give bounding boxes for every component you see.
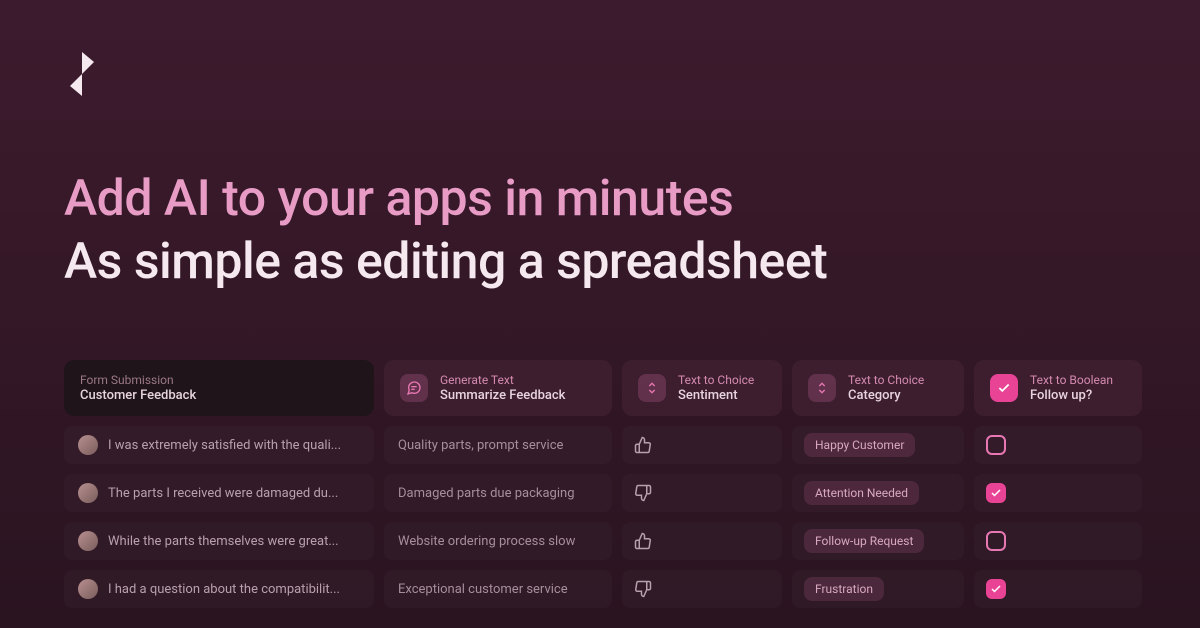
category-pill: Happy Customer bbox=[804, 433, 915, 457]
avatar bbox=[78, 579, 98, 599]
column-header-sentiment[interactable]: Text to Choice Sentiment bbox=[622, 360, 782, 416]
header-label: Form Submission bbox=[80, 373, 196, 387]
table-row[interactable] bbox=[974, 570, 1142, 608]
column-header-feedback[interactable]: Form Submission Customer Feedback bbox=[64, 360, 374, 416]
feedback-text: I was extremely satisfied with the quali… bbox=[108, 438, 341, 453]
header-label: Text to Choice bbox=[678, 373, 754, 387]
table-row[interactable]: I had a question about the compatibilit.… bbox=[64, 570, 374, 608]
feedback-text: While the parts themselves were great... bbox=[108, 534, 339, 549]
table-row[interactable]: Happy Customer bbox=[792, 426, 964, 464]
column-feedback: Form Submission Customer Feedback I was … bbox=[64, 360, 374, 608]
summary-text: Quality parts, prompt service bbox=[398, 438, 563, 453]
feedback-text: I had a question about the compatibilit.… bbox=[108, 582, 340, 597]
avatar bbox=[78, 483, 98, 503]
sort-icon bbox=[638, 374, 666, 402]
feedback-text: The parts I received were damaged du... bbox=[108, 486, 338, 501]
header-title: Summarize Feedback bbox=[440, 388, 565, 403]
table-row[interactable]: I was extremely satisfied with the quali… bbox=[64, 426, 374, 464]
headline-line2: As simple as editing a spreadsheet bbox=[64, 233, 827, 291]
table-row[interactable]: The parts I received were damaged du... bbox=[64, 474, 374, 512]
table-row[interactable]: Follow-up Request bbox=[792, 522, 964, 560]
brand-logo bbox=[64, 52, 100, 100]
summary-text: Damaged parts due packaging bbox=[398, 486, 575, 501]
thumbs-down-icon bbox=[634, 580, 652, 598]
category-pill: Attention Needed bbox=[804, 481, 919, 505]
column-category: Text to Choice Category Happy Customer A… bbox=[792, 360, 964, 608]
table-row[interactable]: Attention Needed bbox=[792, 474, 964, 512]
header-title: Follow up? bbox=[1030, 388, 1113, 403]
headline-line1: Add AI to your apps in minutes bbox=[64, 170, 733, 228]
thumbs-down-icon bbox=[634, 484, 652, 502]
column-followup: Text to Boolean Follow up? bbox=[974, 360, 1142, 608]
sort-icon bbox=[808, 374, 836, 402]
table-row[interactable]: Quality parts, prompt service bbox=[384, 426, 612, 464]
column-sentiment: Text to Choice Sentiment bbox=[622, 360, 782, 608]
header-label: Text to Choice bbox=[848, 373, 924, 387]
column-header-summary[interactable]: Generate Text Summarize Feedback bbox=[384, 360, 612, 416]
followup-checkbox[interactable] bbox=[986, 483, 1006, 503]
header-title: Customer Feedback bbox=[80, 388, 196, 403]
table-row[interactable] bbox=[622, 426, 782, 464]
avatar bbox=[78, 435, 98, 455]
thumbs-up-icon bbox=[634, 436, 652, 454]
column-header-followup[interactable]: Text to Boolean Follow up? bbox=[974, 360, 1142, 416]
checkbox-icon bbox=[990, 374, 1018, 402]
category-pill: Frustration bbox=[804, 577, 884, 601]
table-row[interactable] bbox=[974, 474, 1142, 512]
table-row[interactable]: Frustration bbox=[792, 570, 964, 608]
header-label: Text to Boolean bbox=[1030, 373, 1113, 387]
category-pill: Follow-up Request bbox=[804, 529, 924, 553]
summary-text: Exceptional customer service bbox=[398, 582, 568, 597]
header-title: Sentiment bbox=[678, 388, 754, 403]
thumbs-up-icon bbox=[634, 532, 652, 550]
followup-checkbox[interactable] bbox=[986, 435, 1006, 455]
column-summary: Generate Text Summarize Feedback Quality… bbox=[384, 360, 612, 608]
table-row[interactable]: Damaged parts due packaging bbox=[384, 474, 612, 512]
followup-checkbox[interactable] bbox=[986, 531, 1006, 551]
message-icon bbox=[400, 374, 428, 402]
table-row[interactable] bbox=[622, 522, 782, 560]
header-label: Generate Text bbox=[440, 373, 565, 387]
table-row[interactable] bbox=[622, 570, 782, 608]
data-table: Form Submission Customer Feedback I was … bbox=[64, 360, 1142, 608]
column-header-category[interactable]: Text to Choice Category bbox=[792, 360, 964, 416]
table-row[interactable]: Website ordering process slow bbox=[384, 522, 612, 560]
table-row[interactable]: While the parts themselves were great... bbox=[64, 522, 374, 560]
headline: Add AI to your apps in minutes As simple… bbox=[64, 168, 827, 293]
table-row[interactable] bbox=[974, 522, 1142, 560]
table-row[interactable] bbox=[622, 474, 782, 512]
header-title: Category bbox=[848, 388, 924, 403]
followup-checkbox[interactable] bbox=[986, 579, 1006, 599]
summary-text: Website ordering process slow bbox=[398, 534, 575, 549]
avatar bbox=[78, 531, 98, 551]
table-row[interactable]: Exceptional customer service bbox=[384, 570, 612, 608]
table-row[interactable] bbox=[974, 426, 1142, 464]
